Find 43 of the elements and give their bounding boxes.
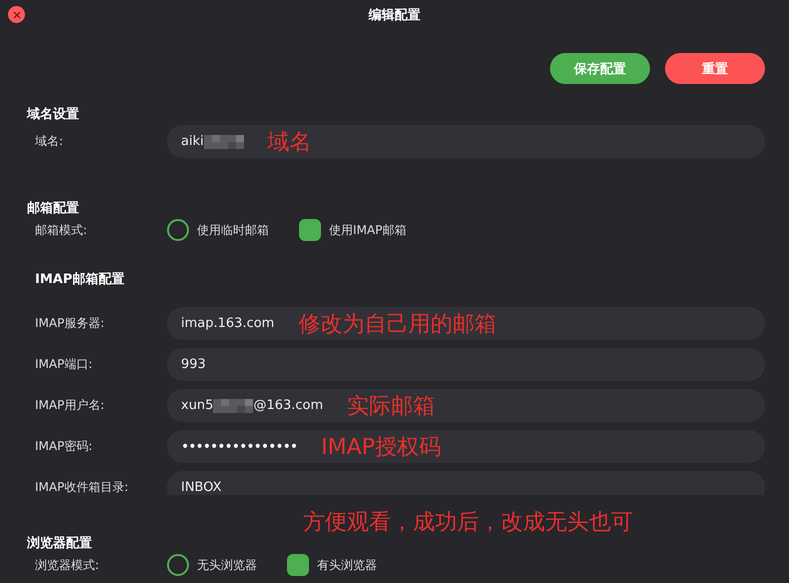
radio-button[interactable] <box>167 554 189 576</box>
option-label: 使用IMAP邮箱 <box>329 222 406 238</box>
field-value: 993 <box>181 357 206 372</box>
input-field[interactable]: imap.163.com 修改为自己用的邮箱 <box>167 307 765 340</box>
field-value: @163.com <box>253 398 324 413</box>
input-field[interactable]: 993 <box>167 348 765 381</box>
section-heading: 浏览器配置 <box>27 534 92 552</box>
input-field[interactable]: aiki 域名 <box>167 125 765 158</box>
input-field[interactable]: INBOX <box>167 471 765 495</box>
close-icon <box>12 10 20 18</box>
close-button[interactable] <box>8 6 25 23</box>
window-title: 编辑配置 <box>368 6 420 24</box>
password-dots: •••••••••••••••• <box>181 438 298 454</box>
annotation-text: 域名 <box>268 128 312 156</box>
input-field[interactable]: •••••••••••••••• IMAP授权码 <box>167 430 765 463</box>
field-label: 浏览器模式: <box>34 556 100 574</box>
option-label: 无头浏览器 <box>197 556 257 574</box>
annotation-text: 方便观看，成功后，改成无头也可 <box>303 509 633 537</box>
field-value: aiki <box>181 134 204 149</box>
pixelated-redaction-icon <box>204 134 244 148</box>
annotation-text: IMAP授权码 <box>321 434 441 462</box>
option-label: 使用临时邮箱 <box>197 222 269 238</box>
field-label: IMAP服务器: <box>34 315 106 332</box>
field-label: IMAP密码: <box>34 438 94 455</box>
field-label: 邮箱模式: <box>34 222 88 238</box>
section-heading: 域名设置 <box>27 106 79 123</box>
field-value: xun5 <box>181 398 214 413</box>
radio-button[interactable] <box>287 554 309 576</box>
radio-button[interactable] <box>167 219 189 241</box>
field-value: imap.163.com <box>181 316 274 331</box>
field-label: IMAP用户名: <box>34 397 106 414</box>
field-label: 域名: <box>34 133 64 150</box>
field-label: IMAP端口: <box>34 356 94 373</box>
pixelated-redaction-icon <box>213 398 254 412</box>
annotation-text: 修改为自己用的邮箱 <box>298 310 496 338</box>
field-label: IMAP收件箱目录: <box>34 479 130 495</box>
section-heading: 邮箱配置 <box>27 200 79 217</box>
radio-button[interactable] <box>299 219 321 241</box>
annotation-text: 实际邮箱 <box>347 392 436 420</box>
input-field[interactable]: xun5 @163.com 实际邮箱 <box>167 389 765 422</box>
section-heading: IMAP邮箱配置 <box>35 271 124 288</box>
option-label: 有头浏览器 <box>317 556 377 574</box>
field-value: INBOX <box>181 480 222 495</box>
